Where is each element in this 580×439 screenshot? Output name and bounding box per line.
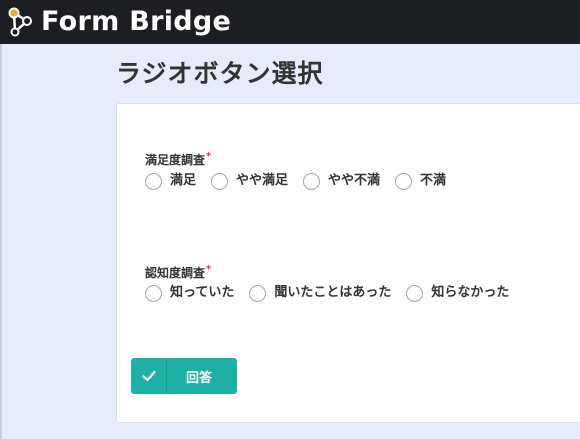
radio-option[interactable]: 知らなかった — [406, 284, 509, 302]
page-title: ラジオボタン選択 — [116, 59, 324, 88]
radio-option[interactable]: 満足 — [145, 172, 196, 190]
top-bar: Form Bridge — [0, 0, 580, 44]
required-mark: * — [206, 151, 212, 162]
submit-button-label: 回答 — [185, 370, 212, 386]
radio-button[interactable] — [395, 172, 413, 190]
brand-logo[interactable]: Form Bridge — [5, 0, 231, 44]
radio-option-label: やや不満 — [328, 173, 381, 188]
radio-option[interactable]: やや満足 — [211, 172, 288, 190]
form-bridge-logo-icon — [8, 7, 32, 37]
question-text: 満足度調査 — [145, 153, 206, 167]
left-edge-divider — [0, 44, 2, 439]
radio-button[interactable] — [145, 284, 162, 302]
form-card: 満足度調査* 満足 やや満足 やや不満 不満 認知度調査* 知っていた 聞いたこ… — [116, 103, 580, 423]
check-icon — [131, 358, 167, 394]
radio-option[interactable]: やや不満 — [303, 172, 380, 190]
radio-option[interactable]: 知っていた — [145, 284, 234, 302]
brand-name: Form Bridge — [41, 6, 232, 37]
radio-option[interactable]: 不満 — [395, 172, 446, 190]
required-mark: * — [206, 264, 212, 275]
radio-group-awareness: 知っていた 聞いたことはあった 知らなかった — [145, 284, 524, 302]
radio-option-label: 知っていた — [170, 285, 235, 300]
radio-option-label: 知らなかった — [431, 285, 510, 300]
radio-option-label: 満足 — [170, 173, 197, 188]
radio-option-label: やや満足 — [236, 173, 289, 188]
question-text: 認知度調査 — [145, 266, 206, 280]
question-label-awareness: 認知度調査* — [145, 262, 211, 281]
radio-option-label: 不満 — [420, 173, 447, 188]
radio-button[interactable] — [249, 284, 267, 302]
radio-button[interactable] — [145, 172, 162, 190]
radio-option[interactable]: 聞いたことはあった — [249, 284, 391, 302]
radio-group-satisfaction: 満足 やや満足 やや不満 不満 — [145, 172, 461, 190]
submit-button[interactable]: 回答 — [131, 358, 237, 394]
radio-option-label: 聞いたことはあった — [274, 285, 392, 300]
radio-button[interactable] — [211, 172, 229, 190]
question-label-satisfaction: 満足度調査* — [145, 149, 211, 168]
radio-button[interactable] — [406, 284, 424, 302]
radio-button[interactable] — [303, 172, 321, 190]
